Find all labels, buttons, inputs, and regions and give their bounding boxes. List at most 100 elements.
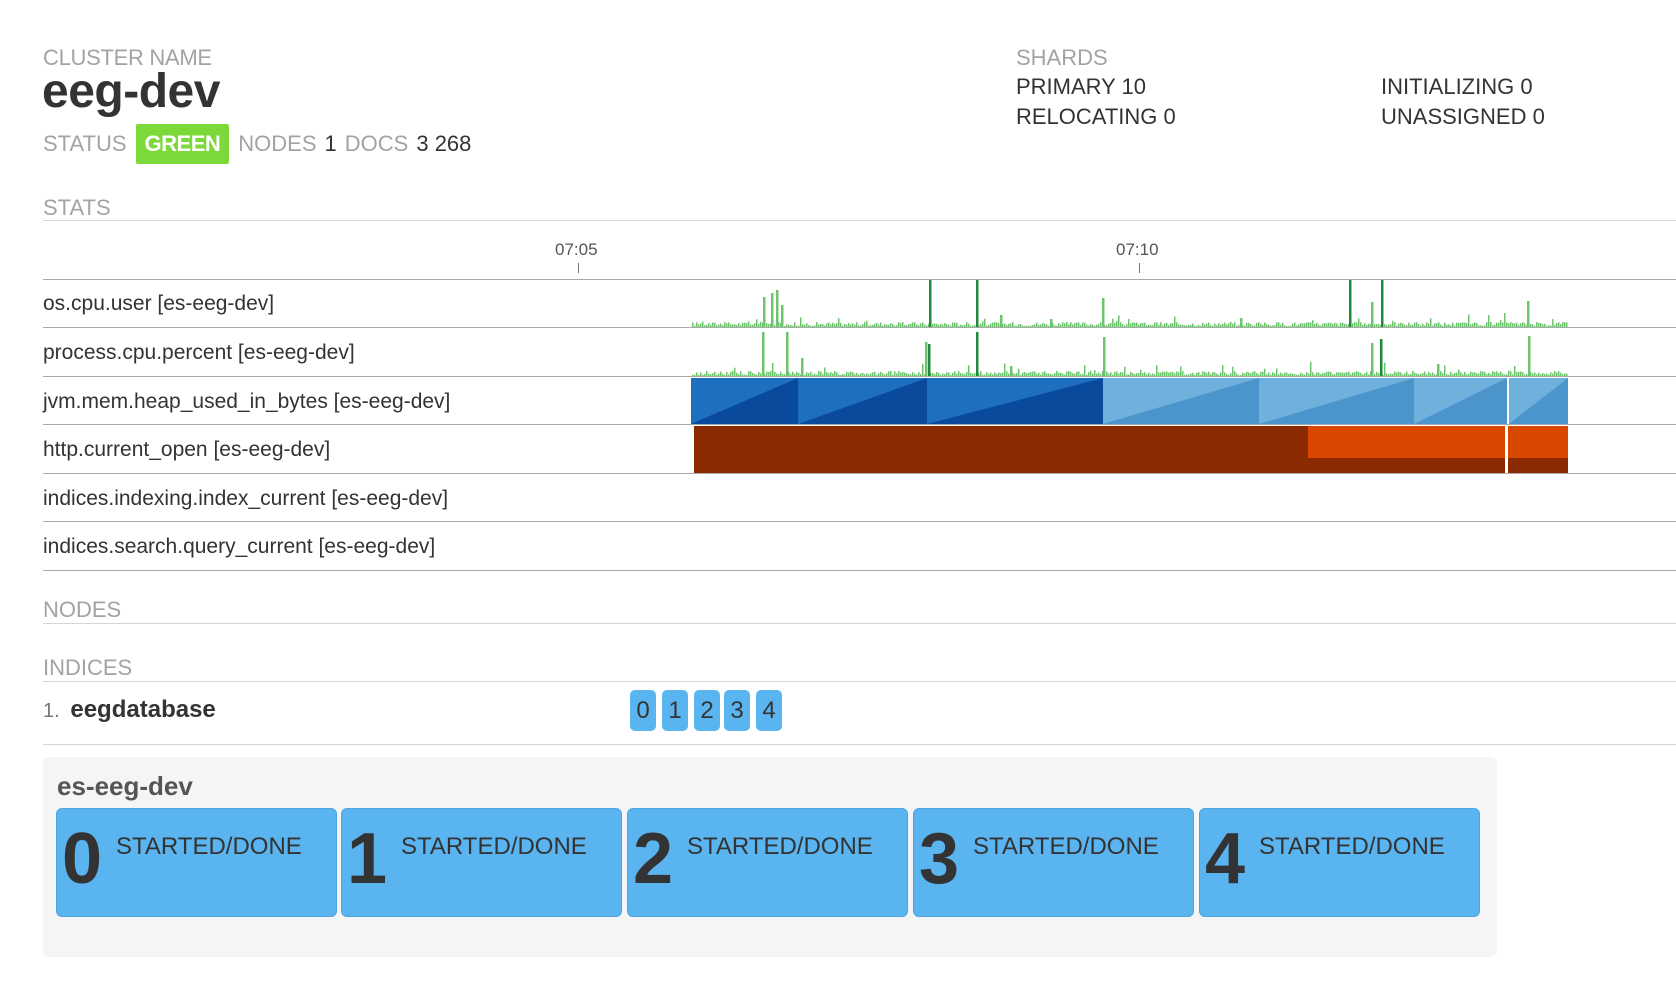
cpu-user-bar [1358, 318, 1360, 327]
cpu-percent-bar [1124, 366, 1126, 376]
metric-label-search[interactable]: indices.search.query_current [es-eeg-dev… [43, 535, 435, 559]
shard-number: 4 [1205, 819, 1246, 899]
cpu-percent-bar [1264, 368, 1266, 376]
node-name[interactable]: es-eeg-dev [57, 771, 193, 802]
shard-state: STARTED/DONE [973, 833, 1159, 860]
cpu-user-bar [771, 293, 774, 327]
cpu-percent-bar [1437, 364, 1440, 376]
cpu-percent-bar [734, 367, 736, 376]
index-shard-chip[interactable]: 1 [662, 690, 688, 731]
cpu-percent-bar [1004, 363, 1006, 376]
nodes-divider [43, 623, 1676, 624]
metric-label-process-cpu[interactable]: process.cpu.percent [es-eeg-dev] [43, 341, 355, 365]
shard-state: STARTED/DONE [116, 833, 302, 860]
shard-card[interactable]: 2 STARTED/DONE [627, 808, 908, 917]
metric-row-divider [43, 424, 1676, 425]
cpu-user-bar [1128, 319, 1130, 327]
metric-row-divider [43, 473, 1676, 474]
cpu-percent-bar [1018, 368, 1020, 376]
cpu-user-bar [1552, 319, 1554, 327]
index-shard-chip[interactable]: 4 [756, 690, 782, 731]
cpu-percent-bar [925, 342, 928, 376]
metric-label-http-open[interactable]: http.current_open [es-eeg-dev] [43, 438, 330, 462]
index-shard-chip[interactable]: 2 [694, 690, 720, 731]
shard-card[interactable]: 0 STARTED/DONE [56, 808, 337, 917]
cpu-percent-bar [1371, 343, 1374, 376]
cpu-user-bar [1112, 318, 1114, 327]
shard-state: STARTED/DONE [401, 833, 587, 860]
cpu-user-bar [776, 290, 779, 327]
index-divider [43, 744, 1676, 745]
cpu-user-bar [800, 317, 802, 327]
cpu-user-bar [781, 305, 784, 327]
http-open-chart [694, 426, 1568, 473]
index-shard-chip[interactable]: 0 [630, 690, 656, 731]
shard-card[interactable]: 4 STARTED/DONE [1199, 808, 1480, 917]
metric-row-divider [43, 376, 1676, 377]
cpu-percent-bar [1084, 365, 1086, 376]
cpu-user-bar [1527, 301, 1530, 327]
cpu-user-bar [1430, 318, 1432, 327]
cpu-percent-bar [1232, 366, 1234, 376]
cpu-percent-bar [801, 358, 804, 376]
cpu-percent-bar [1384, 362, 1386, 376]
heap-chart [691, 378, 1568, 424]
cpu-percent-bar [922, 363, 924, 376]
http-band-highlight [1308, 426, 1568, 458]
http-gap [1505, 426, 1508, 473]
cpu-percent-bar [824, 367, 826, 376]
cpu-user-bar [984, 318, 986, 327]
cpu-percent-bar [928, 344, 931, 376]
metric-row-divider [43, 570, 1676, 571]
cpu-user-bar [976, 280, 979, 327]
indices-divider [43, 681, 1676, 682]
cpu-user-bar [838, 318, 840, 327]
cpu-percent-bar [1514, 365, 1516, 376]
cpu-percent-bar [1156, 365, 1158, 376]
shard-state: STARTED/DONE [687, 833, 873, 860]
cpu-percent-chart [692, 332, 1568, 376]
cpu-user-bar [1000, 315, 1003, 327]
cpu-user-bar [1468, 314, 1470, 327]
cpu-user-bar [1174, 316, 1176, 327]
shard-number: 3 [919, 819, 960, 899]
shard-card[interactable]: 1 STARTED/DONE [341, 808, 622, 917]
cpu-percent-bar [1180, 366, 1182, 376]
index-name[interactable]: eegdatabase [70, 696, 215, 723]
metric-label-indexing[interactable]: indices.indexing.index_current [es-eeg-d… [43, 487, 448, 511]
cpu-percent-bar [1380, 339, 1383, 376]
metric-label-jvm-heap[interactable]: jvm.mem.heap_used_in_bytes [es-eeg-dev] [43, 390, 450, 414]
metric-row-divider [43, 521, 1676, 522]
cpu-percent-bar [1103, 337, 1106, 376]
cpu-percent-bar [786, 332, 789, 376]
cpu-user-bar [756, 319, 758, 327]
index-row[interactable]: 1. eegdatabase [43, 696, 216, 724]
cpu-percent-bar [772, 363, 774, 376]
cpu-percent-bar [1528, 336, 1531, 376]
index-number: 1. [43, 700, 60, 722]
shard-state: STARTED/DONE [1259, 833, 1445, 860]
cpu-user-bar [1102, 298, 1105, 327]
cpu-user-bar [1312, 320, 1314, 327]
cpu-user-bar [929, 280, 932, 327]
index-shard-chip[interactable]: 3 [724, 690, 750, 731]
cpu-user-bar [1371, 302, 1374, 327]
shard-number: 0 [62, 819, 103, 899]
cpu-user-bar [1349, 280, 1352, 327]
cpu-percent-bar [968, 365, 970, 376]
cpu-percent-bar [976, 332, 979, 376]
shard-number: 1 [347, 819, 388, 899]
shard-card[interactable]: 3 STARTED/DONE [913, 808, 1194, 917]
cpu-percent-bar [1276, 368, 1278, 376]
cpu-user-bar [1240, 318, 1243, 327]
cpu-user-bar [1381, 280, 1384, 327]
cpu-percent-bar [1010, 366, 1013, 376]
cpu-user-bar [1488, 315, 1490, 327]
cpu-user-bar [1500, 320, 1502, 327]
nodes-section-title: NODES [43, 597, 122, 622]
indices-section-title: INDICES [43, 655, 133, 680]
metric-label-os-cpu-user[interactable]: os.cpu.user [es-eeg-dev] [43, 292, 274, 316]
cpu-percent-bar [1222, 365, 1224, 376]
cpu-percent-bar [762, 332, 765, 376]
shard-number: 2 [633, 819, 674, 899]
